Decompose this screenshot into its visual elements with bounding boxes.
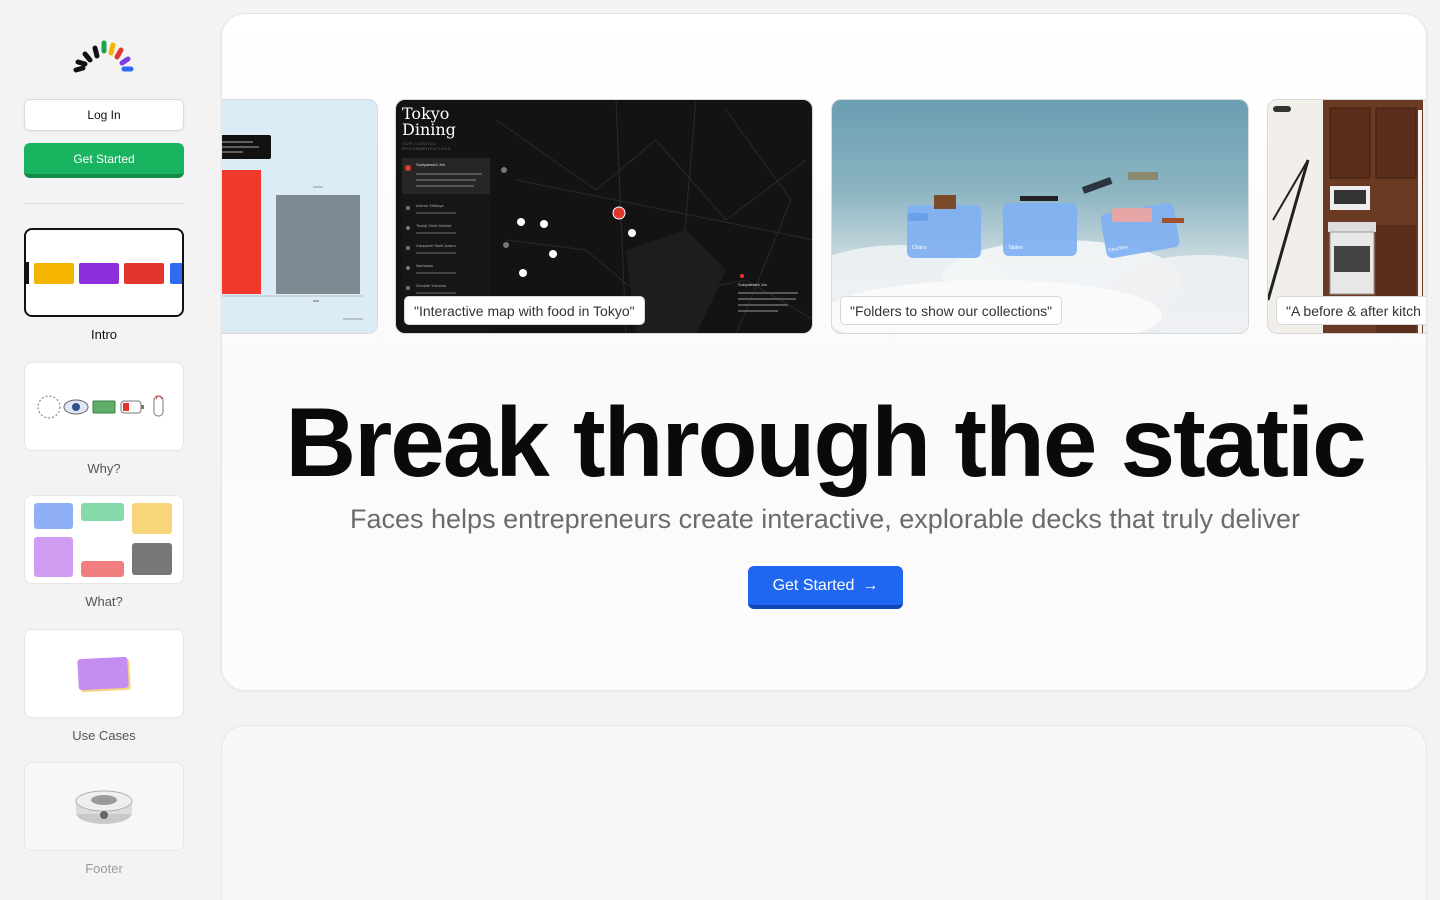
slide-label-intro[interactable]: Intro xyxy=(24,327,184,342)
folder-label-tables: Tables xyxy=(1008,245,1023,251)
why-thumb-icons xyxy=(37,395,164,419)
slide-label-use-cases[interactable]: Use Cases xyxy=(24,728,184,743)
hero-get-started-button[interactable]: Get Started → xyxy=(748,566,903,609)
tokyo-map-place-2: Ichiran Shibuya xyxy=(416,203,444,208)
sidebar: Log In Get Started Intro Why? What? Use … xyxy=(0,0,208,900)
hero-get-started-label: Get Started xyxy=(772,576,855,594)
hero-section: Tokyo Dining OUR CURATED RECOMMENDATIONS… xyxy=(221,13,1427,691)
slide-label-what[interactable]: What? xyxy=(24,594,184,609)
slide-thumb-intro[interactable] xyxy=(24,228,184,317)
tokyo-map-place-6: Omoide Yokocho xyxy=(416,283,447,288)
folder-label-chairs: Chairs xyxy=(912,245,927,251)
tokyo-map-place-3: Tsukiji Outer Market xyxy=(416,223,452,228)
slide-label-footer[interactable]: Footer xyxy=(24,861,184,876)
use-cases-thumb-card xyxy=(77,656,131,693)
what-thumb-tiles xyxy=(34,503,172,577)
caption-tokyo-map: "Interactive map with food in Tokyo" xyxy=(404,296,645,325)
tokyo-map-subtitle: OUR CURATED RECOMMENDATIONS xyxy=(402,141,451,151)
sidebar-get-started-button[interactable]: Get Started xyxy=(24,143,184,178)
carousel-card-tokyo-map[interactable]: Tokyo Dining OUR CURATED RECOMMENDATIONS… xyxy=(395,99,813,334)
example-carousel[interactable]: Tokyo Dining OUR CURATED RECOMMENDATIONS… xyxy=(222,99,1426,335)
tokyo-map-title: Tokyo Dining xyxy=(402,104,456,139)
next-section-card xyxy=(221,725,1427,900)
tokyo-map-selected-place: Sukiyabashi Jiro xyxy=(738,282,768,287)
slide-label-why[interactable]: Why? xyxy=(24,461,184,476)
hero-subtitle: Faces helps entrepreneurs create interac… xyxy=(350,504,1300,534)
chart-preview xyxy=(222,135,363,320)
carousel-card-chart[interactable] xyxy=(222,99,378,334)
carousel-card-kitchen[interactable]: "A before & after kitch xyxy=(1267,99,1426,334)
slide-thumb-footer[interactable] xyxy=(24,762,184,851)
tokyo-map-place-4: Ganpachi Nishi-Azabu xyxy=(416,243,456,248)
footer-thumb-device xyxy=(75,790,133,824)
hero-title: Break through the static xyxy=(285,387,1366,497)
slide-thumb-use-cases[interactable] xyxy=(24,629,184,718)
sidebar-divider xyxy=(24,203,184,204)
carousel-card-folders[interactable]: Chairs Tables Couches "Folders to show o… xyxy=(831,99,1249,334)
faces-logo-icon[interactable] xyxy=(70,38,138,78)
slide-thumb-why[interactable] xyxy=(24,362,184,451)
caption-kitchen: "A before & after kitch xyxy=(1276,296,1426,325)
login-button[interactable]: Log In xyxy=(24,99,184,131)
arrow-right-icon: → xyxy=(862,576,879,594)
tokyo-map-place-5: Narisawa xyxy=(416,263,433,268)
caption-folders: "Folders to show our collections" xyxy=(840,296,1063,325)
intro-thumb-preview xyxy=(26,262,182,284)
tokyo-map-place-1: Sukiyabashi Jiro xyxy=(416,162,446,167)
slide-thumb-what[interactable] xyxy=(24,495,184,584)
